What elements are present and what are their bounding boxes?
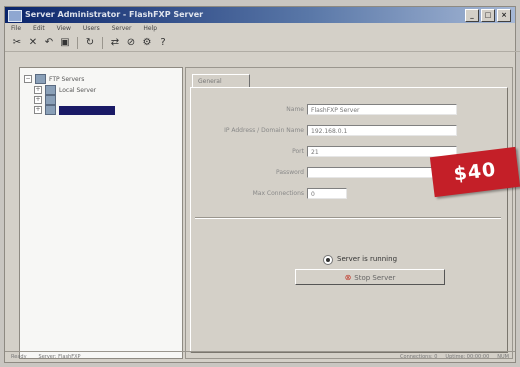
status-connections: Connections: 0 (400, 354, 438, 360)
server-running-radio[interactable] (323, 255, 333, 265)
stop-icon: ⊗ (344, 273, 352, 282)
menu-view[interactable]: View (57, 24, 71, 34)
server-tree[interactable]: − FTP Servers + Local Server + + (19, 67, 183, 359)
properties-panel: General Name FlashFXP Server IP Address … (185, 67, 513, 359)
stop-server-label: Stop Server (354, 274, 396, 282)
ip-address-field[interactable]: 192.168.0.1 (307, 125, 457, 136)
max-connections-label: Max Connections (252, 190, 304, 197)
refresh-icon[interactable]: ↻ (84, 37, 96, 49)
ip-address-label: IP Address / Domain Name (224, 127, 304, 134)
server-status-text: Server is running (337, 255, 398, 263)
port-label: Port (292, 148, 304, 155)
stop-server-button[interactable]: ⊗ Stop Server (295, 269, 445, 285)
general-tab-page: Name FlashFXP Server IP Address / Domain… (190, 87, 508, 353)
window-title: Server Administrator - FlashFXP Server (25, 10, 204, 19)
menu-bar: File Edit View Users Server Help (5, 24, 520, 34)
connect-icon[interactable]: ⇄ (109, 37, 121, 49)
users-icon (45, 95, 56, 105)
expand-toggle[interactable]: + (34, 96, 42, 104)
status-uptime: Uptime: 00:00:00 (445, 354, 490, 360)
max-connections-field[interactable]: 0 (307, 188, 347, 199)
settings-icon[interactable]: ⚙ (141, 37, 153, 49)
tree-item-root[interactable]: − FTP Servers (24, 74, 84, 84)
folder-icon (45, 105, 56, 115)
toolbar-divider (77, 37, 78, 49)
name-label: Name (286, 106, 304, 113)
status-bar: Ready Server: FlashFXP Connections: 0 Up… (5, 351, 515, 362)
expand-toggle[interactable]: + (34, 86, 42, 94)
status-server: Server: FlashFXP (38, 354, 81, 360)
tree-item-local[interactable]: + Local Server (34, 85, 96, 95)
server-icon (45, 85, 56, 95)
tab-general[interactable]: General (192, 74, 250, 87)
delete-icon[interactable]: ✕ (27, 37, 39, 49)
menu-server[interactable]: Server (112, 24, 132, 34)
save-icon[interactable]: ▣ (59, 37, 71, 49)
menu-file[interactable]: File (11, 24, 21, 34)
tree-item-label (59, 105, 115, 115)
password-label: Password (275, 169, 304, 176)
expand-toggle[interactable]: + (34, 106, 42, 114)
disconnect-icon[interactable]: ⊘ (125, 37, 137, 49)
minimize-button[interactable]: _ (465, 9, 479, 22)
toolbar: ✂ ✕ ↶ ▣ ↻ ⇄ ⊘ ⚙ ? (5, 35, 520, 52)
port-field[interactable]: 21 (307, 146, 457, 157)
app-icon (8, 10, 22, 22)
expand-toggle[interactable]: − (24, 75, 32, 83)
undo-icon[interactable]: ↶ (43, 37, 55, 49)
menu-edit[interactable]: Edit (33, 24, 45, 34)
tree-item-label: FTP Servers (49, 75, 85, 83)
tree-item-selected[interactable]: + (34, 105, 115, 115)
close-button[interactable]: × (497, 9, 511, 22)
tree-item-label: Local Server (59, 86, 97, 94)
section-divider (195, 217, 501, 219)
status-ready: Ready (11, 354, 27, 360)
menu-help[interactable]: Help (143, 24, 157, 34)
toolbar-divider (102, 37, 103, 49)
tree-item-users[interactable]: + (34, 95, 59, 105)
help-icon[interactable]: ? (157, 37, 169, 49)
server-group-icon (35, 74, 46, 84)
name-field[interactable]: FlashFXP Server (307, 104, 457, 115)
menu-users[interactable]: Users (83, 24, 100, 34)
status-num: NUM (497, 354, 509, 360)
maximize-button[interactable]: □ (481, 9, 495, 22)
title-bar[interactable]: Server Administrator - FlashFXP Server _… (5, 7, 515, 23)
cut-icon[interactable]: ✂ (11, 37, 23, 49)
